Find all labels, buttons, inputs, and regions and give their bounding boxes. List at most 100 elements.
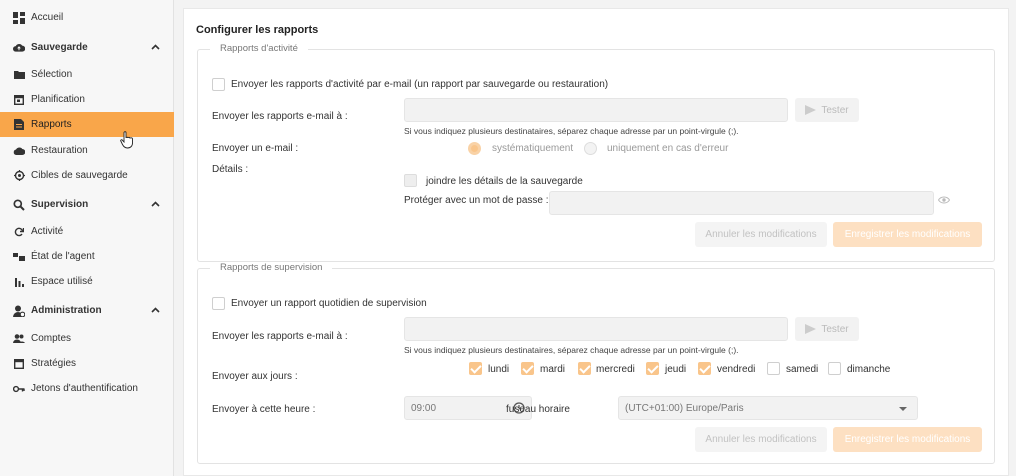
details-label: Détails : (212, 164, 249, 175)
sidebar-item-label: Accueil (31, 12, 64, 23)
policy-icon (13, 358, 25, 370)
supervision-test-button[interactable]: Tester (795, 317, 859, 341)
main-panel: Configurer les rapports Rapports d'activ… (183, 8, 1009, 476)
sidebar-group-label: Supervision (31, 199, 89, 210)
sidebar-item-label: Sélection (31, 69, 73, 80)
sidebar-item-home[interactable]: Accueil (0, 5, 174, 30)
sidebar-group-label: Administration (31, 305, 102, 316)
section-legend: Rapports d'activité (210, 43, 308, 54)
chevron-up-icon (151, 305, 160, 316)
activity-reports-section: Rapports d'activité Envoyer les rapports… (197, 43, 995, 262)
sidebar-item-activity[interactable]: Activité (0, 219, 174, 244)
sidebar: Accueil Sauvegarde Sélection Planificati… (0, 0, 174, 476)
sidebar-group-admin[interactable]: Administration (0, 298, 174, 323)
day-checkbox-dimanche[interactable] (828, 362, 841, 375)
cloud-download-icon (13, 145, 25, 157)
send-icon (805, 105, 817, 115)
eye-icon[interactable] (937, 196, 951, 207)
activity-test-button[interactable]: Tester (795, 98, 859, 122)
activity-cancel-button[interactable]: Annuler les modifications (695, 222, 827, 247)
day-label: dimanche (847, 364, 891, 375)
supervision-enable-checkbox[interactable] (212, 297, 225, 310)
supervision-cancel-button[interactable]: Annuler les modifications (695, 427, 827, 452)
timezone-label: fuseau horaire (506, 404, 570, 415)
send-icon (805, 324, 817, 334)
day-label: mercredi (596, 364, 635, 375)
day-checkbox-jeudi[interactable] (646, 362, 659, 375)
sidebar-item-space-used[interactable]: Espace utilisé (0, 269, 174, 294)
sidebar-item-tokens[interactable]: Jetons d'authentification (0, 376, 174, 401)
radio-always-label: systématiquement (492, 143, 574, 154)
sidebar-item-label: Rapports (31, 119, 72, 130)
radio-always[interactable] (468, 142, 481, 155)
day-checkbox-vendredi[interactable] (698, 362, 711, 375)
day-checkbox-lundi[interactable] (469, 362, 482, 375)
supervision-reports-section: Rapports de supervision Envoyer un rappo… (197, 262, 995, 464)
sidebar-group-backup[interactable]: Sauvegarde (0, 35, 174, 60)
test-button-label: Tester (821, 323, 849, 335)
sidebar-item-selection[interactable]: Sélection (0, 62, 174, 87)
supervision-save-button[interactable]: Enregistrer les modifications (833, 427, 982, 452)
day-label: samedi (786, 364, 819, 375)
password-label: Protéger avec un mot de passe : (404, 195, 549, 206)
folder-icon (13, 69, 25, 81)
cloud-upload-icon (13, 42, 25, 54)
activity-save-button[interactable]: Enregistrer les modifications (833, 222, 982, 247)
attach-details-checkbox[interactable] (404, 174, 417, 187)
sidebar-group-label: Sauvegarde (31, 42, 88, 53)
calendar-icon (13, 94, 25, 106)
refresh-icon (13, 226, 25, 238)
sidebar-item-label: Comptes (31, 333, 72, 344)
report-icon (13, 119, 25, 131)
sidebar-item-label: État de l'agent (31, 251, 95, 262)
bar-chart-icon (13, 276, 25, 288)
radio-error-only[interactable] (584, 142, 597, 155)
days-label: Envoyer aux jours : (212, 371, 298, 382)
activity-help-text: Si vous indiquez plusieurs destinataires… (404, 126, 739, 136)
sidebar-item-label: Jetons d'authentification (31, 383, 138, 394)
sidebar-item-targets[interactable]: Cibles de sauvegarde (0, 163, 174, 188)
chevron-down-icon (899, 407, 907, 411)
sidebar-item-label: Stratégies (31, 358, 77, 369)
day-checkbox-mardi[interactable] (521, 362, 534, 375)
sidebar-item-schedule[interactable]: Planification (0, 87, 174, 112)
target-icon (13, 170, 25, 182)
day-checkbox-samedi[interactable] (767, 362, 780, 375)
sidebar-item-label: Restauration (31, 145, 88, 156)
sidebar-group-supervision[interactable]: Supervision (0, 192, 174, 217)
supervision-help-text: Si vous indiquez plusieurs destinataires… (404, 345, 739, 355)
user-gear-icon (13, 305, 25, 317)
day-label: mardi (540, 364, 566, 375)
chevron-up-icon (151, 42, 160, 53)
day-label: vendredi (717, 364, 756, 375)
radio-error-only-label: uniquement en cas d'erreur (607, 143, 729, 154)
sidebar-item-reports[interactable]: Rapports (0, 112, 174, 137)
time-value: 09:00 (411, 402, 437, 414)
sidebar-item-policies[interactable]: Stratégies (0, 351, 174, 376)
sidebar-item-accounts[interactable]: Comptes (0, 326, 174, 351)
activity-enable-label: Envoyer les rapports d'activité par e-ma… (231, 79, 609, 90)
password-input[interactable] (549, 191, 934, 215)
sidebar-item-label: Activité (31, 226, 64, 237)
sidebar-item-label: Cibles de sauvegarde (31, 170, 128, 181)
day-checkbox-mercredi[interactable] (578, 362, 591, 375)
users-icon (13, 333, 25, 345)
chevron-up-icon (151, 199, 160, 210)
activity-enable-checkbox[interactable] (212, 78, 225, 91)
supervision-email-input[interactable] (404, 317, 788, 341)
search-icon (13, 198, 25, 211)
sidebar-item-agent-status[interactable]: État de l'agent (0, 244, 174, 269)
sidebar-item-restore[interactable]: Restauration (0, 138, 174, 163)
supervision-enable-label: Envoyer un rapport quotidien de supervis… (231, 298, 427, 309)
hand-cursor-icon (120, 131, 134, 149)
time-label: Envoyer à cette heure : (212, 404, 316, 415)
timezone-select[interactable]: (UTC+01:00) Europe/Paris (618, 396, 918, 420)
section-legend: Rapports de supervision (210, 262, 333, 273)
activity-email-input[interactable] (404, 98, 788, 122)
send-email-label: Envoyer un e-mail : (212, 143, 299, 154)
day-label: lundi (488, 364, 510, 375)
attach-details-label: joindre les détails de la sauvegarde (426, 176, 583, 187)
sidebar-item-label: Espace utilisé (31, 276, 93, 287)
test-button-label: Tester (821, 104, 849, 116)
day-label: jeudi (665, 364, 687, 375)
